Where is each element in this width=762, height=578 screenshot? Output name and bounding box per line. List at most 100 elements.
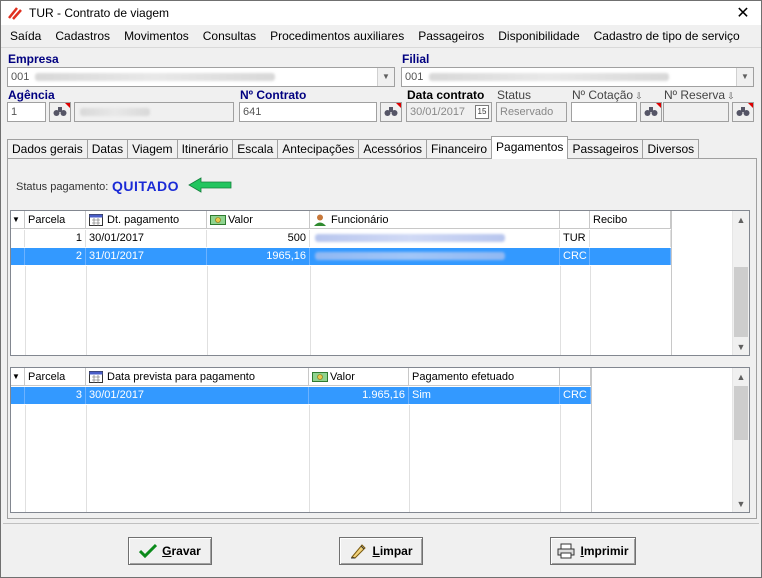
- grid-line: [560, 266, 561, 355]
- chevron-down-icon[interactable]: ▼: [377, 68, 394, 86]
- menu-disponibilidade[interactable]: Disponibilidade: [491, 27, 586, 45]
- contrato-input[interactable]: 641: [239, 102, 377, 122]
- grid-scrollbar[interactable]: ▲ ▼: [732, 368, 749, 512]
- required-marker-icon: [656, 103, 661, 108]
- tab-datas[interactable]: Datas: [86, 139, 129, 158]
- col-parcela[interactable]: Parcela: [25, 368, 86, 386]
- table-row[interactable]: 2 31/01/2017 1965,16 CRC: [11, 248, 671, 265]
- cell-recibo: [590, 230, 671, 247]
- col-tipo[interactable]: [560, 211, 590, 229]
- row-indicator: [11, 248, 25, 265]
- contrato-value: 641: [243, 106, 262, 118]
- tab-financeiro[interactable]: Financeiro: [426, 139, 493, 158]
- col-pagamento-efetuado[interactable]: Pagamento efetuado: [409, 368, 560, 386]
- tab-passageiros[interactable]: Passageiros: [567, 139, 644, 158]
- agencia-name-redacted: [80, 108, 150, 117]
- calendar-icon[interactable]: 15: [475, 105, 489, 119]
- cotacao-search-button[interactable]: [640, 102, 662, 122]
- arrow-left-icon: [187, 176, 233, 197]
- grid-scrollbar[interactable]: ▲ ▼: [732, 211, 749, 355]
- col-tipo[interactable]: [560, 368, 591, 386]
- grid-line: [310, 266, 311, 355]
- col-dt-pagamento[interactable]: Dt. pagamento: [86, 211, 207, 229]
- gravar-button[interactable]: Gravar: [128, 537, 212, 565]
- menu-movimentos[interactable]: Movimentos: [117, 27, 196, 45]
- chevron-down-icon[interactable]: ▼: [733, 495, 749, 512]
- menu-consultas[interactable]: Consultas: [196, 27, 263, 45]
- empresa-name-redacted: [35, 73, 276, 82]
- tab-viagem[interactable]: Viagem: [127, 139, 178, 158]
- cotacao-input[interactable]: [571, 102, 637, 122]
- cell-valor: 500: [207, 230, 310, 247]
- contrato-label: Nº Contrato: [240, 88, 307, 102]
- menu-bar: Saída Cadastros Movimentos Consultas Pro…: [1, 25, 761, 47]
- tab-pagamentos[interactable]: Pagamentos: [491, 136, 569, 159]
- arrow-down-icon: ⇩: [727, 91, 735, 101]
- data-contrato-field: 30/01/2017 15: [406, 102, 492, 122]
- filial-select[interactable]: 001 ▼: [401, 67, 754, 87]
- empresa-code: 001: [11, 71, 30, 83]
- cell-tipo: CRC: [560, 387, 591, 404]
- agencia-input[interactable]: 1: [7, 102, 46, 122]
- col-parcela[interactable]: Parcela: [25, 211, 86, 229]
- contrato-search-button[interactable]: [380, 102, 402, 122]
- table-row[interactable]: 1 30/01/2017 500 TUR: [11, 230, 671, 247]
- row-indicator-header: ▼: [11, 211, 25, 229]
- close-window-button[interactable]: ✕: [729, 3, 757, 23]
- cell-parcela: 1: [25, 230, 86, 247]
- money-icon: [312, 371, 328, 383]
- col-recibo[interactable]: Recibo: [590, 211, 671, 229]
- arrow-down-icon: ⇩: [635, 91, 643, 101]
- reserva-search-button[interactable]: [732, 102, 754, 122]
- table-row[interactable]: 3 30/01/2017 1.965,16 Sim CRC: [11, 387, 591, 404]
- tab-escala[interactable]: Escala: [232, 139, 279, 158]
- chevron-up-icon[interactable]: ▲: [733, 368, 749, 385]
- imprimir-button[interactable]: Imprimir: [550, 537, 636, 565]
- tab-dados-gerais[interactable]: Dados gerais: [7, 139, 88, 158]
- agencia-label: Agência: [8, 88, 55, 102]
- col-data-prevista[interactable]: Data prevista para pagamento: [86, 368, 309, 386]
- parcelas-previstas-grid[interactable]: ▼ Parcela Data prevista para pagamento V…: [10, 367, 750, 513]
- cell-dt-pagamento: 31/01/2017: [86, 248, 207, 265]
- col-valor[interactable]: Valor: [309, 368, 409, 386]
- scroll-thumb[interactable]: [734, 386, 748, 440]
- menu-cadastros[interactable]: Cadastros: [48, 27, 117, 45]
- chevron-down-icon[interactable]: ▼: [733, 338, 749, 355]
- funcionario-redacted: [315, 252, 505, 261]
- cell-recibo: [590, 248, 671, 265]
- agencia-value: 1: [11, 106, 18, 118]
- filial-code: 001: [405, 71, 424, 83]
- row-indicator-header: ▼: [11, 368, 25, 386]
- tab-itinerario[interactable]: Itinerário: [176, 139, 234, 158]
- pagamentos-grid[interactable]: ▼ Parcela Dt. pagamento Valor Funcionári…: [10, 210, 750, 356]
- gravar-label: Gravar: [162, 544, 201, 558]
- menu-passageiros[interactable]: Passageiros: [411, 27, 491, 45]
- menu-procedimentos-auxiliares[interactable]: Procedimentos auxiliares: [263, 27, 411, 45]
- chevron-up-icon[interactable]: ▲: [733, 211, 749, 228]
- menu-cadastro-tipo-servico[interactable]: Cadastro de tipo de serviço: [587, 27, 747, 45]
- col-valor[interactable]: Valor: [207, 211, 310, 229]
- cell-tipo: CRC: [560, 248, 590, 265]
- required-marker-icon: [396, 103, 401, 108]
- status-label: Status: [497, 88, 532, 102]
- agencia-search-button[interactable]: [49, 102, 71, 122]
- tab-acessorios[interactable]: Acessórios: [358, 139, 428, 158]
- menu-divider: [1, 47, 761, 48]
- calendar-icon: [89, 371, 105, 383]
- empresa-select[interactable]: 001 ▼: [7, 67, 395, 87]
- calendar-icon: [89, 214, 105, 226]
- chevron-down-icon[interactable]: ▼: [736, 68, 753, 86]
- required-marker-icon: [65, 103, 70, 108]
- scroll-thumb[interactable]: [734, 267, 748, 337]
- footer-divider: [3, 523, 759, 524]
- limpar-button[interactable]: Limpar: [339, 537, 423, 565]
- main-window: TUR - Contrato de viagem ✕ Saída Cadastr…: [0, 0, 762, 578]
- row-indicator: [11, 387, 25, 404]
- eraser-pen-icon: [349, 543, 367, 559]
- grid-line: [25, 266, 26, 355]
- col-funcionario[interactable]: Funcionário: [310, 211, 560, 229]
- grid-line: [86, 405, 87, 512]
- menu-saida[interactable]: Saída: [3, 27, 48, 45]
- tab-antecipacoes[interactable]: Antecipações: [277, 139, 360, 158]
- tab-diversos[interactable]: Diversos: [642, 139, 700, 158]
